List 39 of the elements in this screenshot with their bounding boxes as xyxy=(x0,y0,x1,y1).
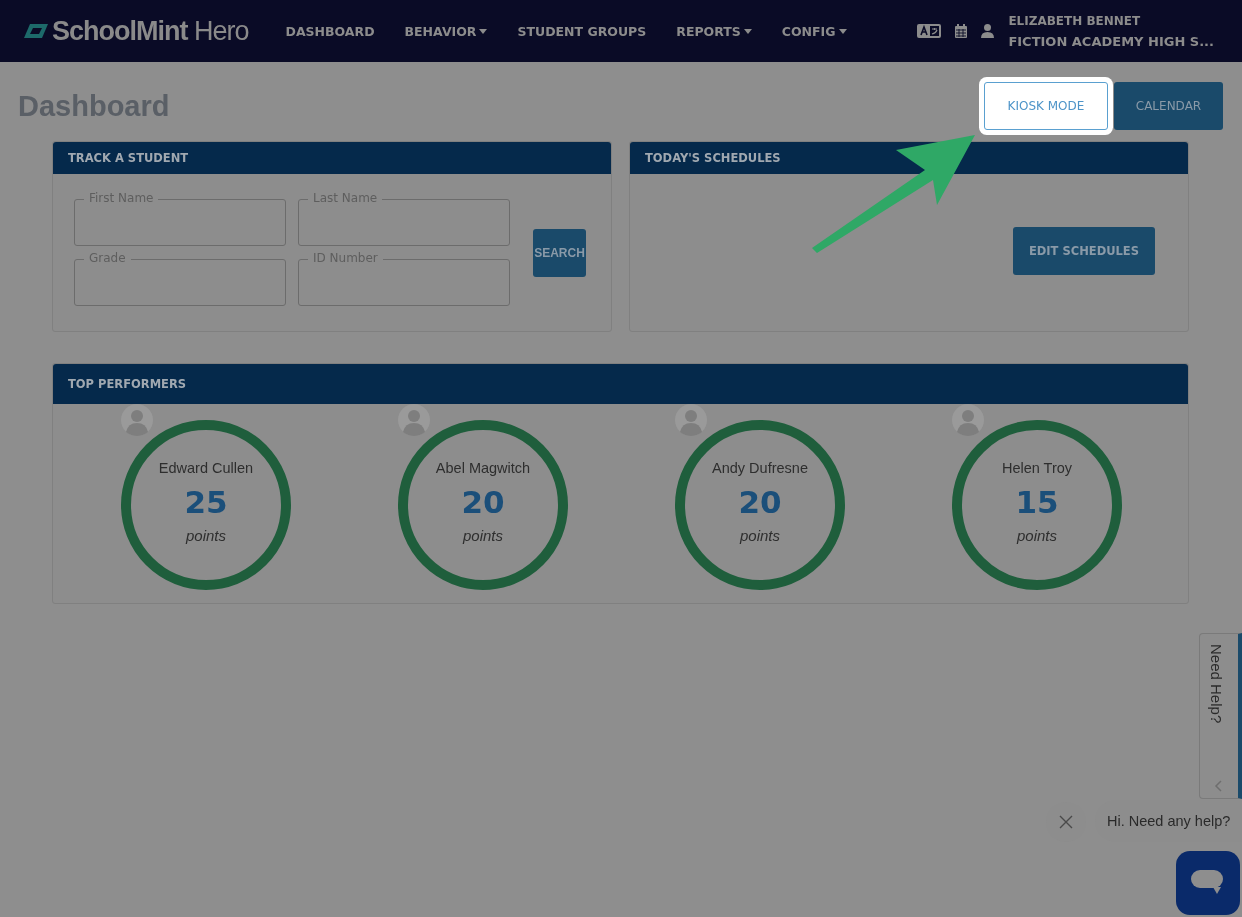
nav-link[interactable]: DASHBOARD xyxy=(270,23,390,39)
nav-link[interactable]: STUDENT GROUPS xyxy=(502,23,662,39)
points-value: 15 xyxy=(1015,484,1059,520)
leaf-logo-icon xyxy=(24,24,48,38)
nav-link[interactable]: BEHAVIOR xyxy=(389,23,503,39)
points-label: points xyxy=(1017,527,1057,544)
points-label: points xyxy=(186,527,226,544)
user-icon[interactable] xyxy=(981,24,995,38)
edit-schedules-button[interactable]: EDIT SCHEDULES xyxy=(1012,227,1155,275)
school-name[interactable]: FICTION ACADEMY HIGH S... xyxy=(1008,33,1214,49)
student-name: Abel Magwitch xyxy=(435,460,531,476)
card-header: TODAY'S SCHEDULES xyxy=(630,142,1188,174)
student-name: Helen Troy xyxy=(1001,460,1073,476)
points-value: 25 xyxy=(184,484,228,520)
points-label: points xyxy=(463,527,503,544)
calendar-button[interactable]: CALENDAR xyxy=(1114,82,1223,130)
student-name: Andy Dufresne xyxy=(712,460,808,476)
nav-link[interactable]: REPORTS xyxy=(661,23,767,39)
avatar-icon xyxy=(952,404,984,436)
search-button[interactable]: SEARCH xyxy=(533,228,586,277)
card-header: TRACK A STUDENT xyxy=(53,142,611,174)
help-tab[interactable]: Need Help? xyxy=(1199,633,1242,799)
calendar-icon[interactable] xyxy=(955,24,968,38)
close-icon xyxy=(1059,815,1073,829)
nav-link[interactable]: CONFIG xyxy=(766,23,862,39)
card-header: TOP PERFORMERS xyxy=(53,364,1188,404)
translate-icon[interactable] xyxy=(917,24,942,38)
help-tab-label[interactable]: Need Help? xyxy=(1208,644,1225,724)
chat-button[interactable] xyxy=(1176,851,1240,915)
avatar-icon xyxy=(121,404,153,436)
points-value: 20 xyxy=(738,484,782,520)
brand-name[interactable]: SchoolMint Hero xyxy=(52,15,249,47)
student-name: Edward Cullen xyxy=(158,460,254,476)
user-name[interactable]: ELIZABETH BENNET xyxy=(1008,13,1214,28)
points-label: points xyxy=(740,527,780,544)
points-value: 20 xyxy=(461,484,505,520)
chat-bubble-icon xyxy=(1191,870,1225,896)
avatar-icon xyxy=(675,404,707,436)
avatar-icon xyxy=(398,404,430,436)
